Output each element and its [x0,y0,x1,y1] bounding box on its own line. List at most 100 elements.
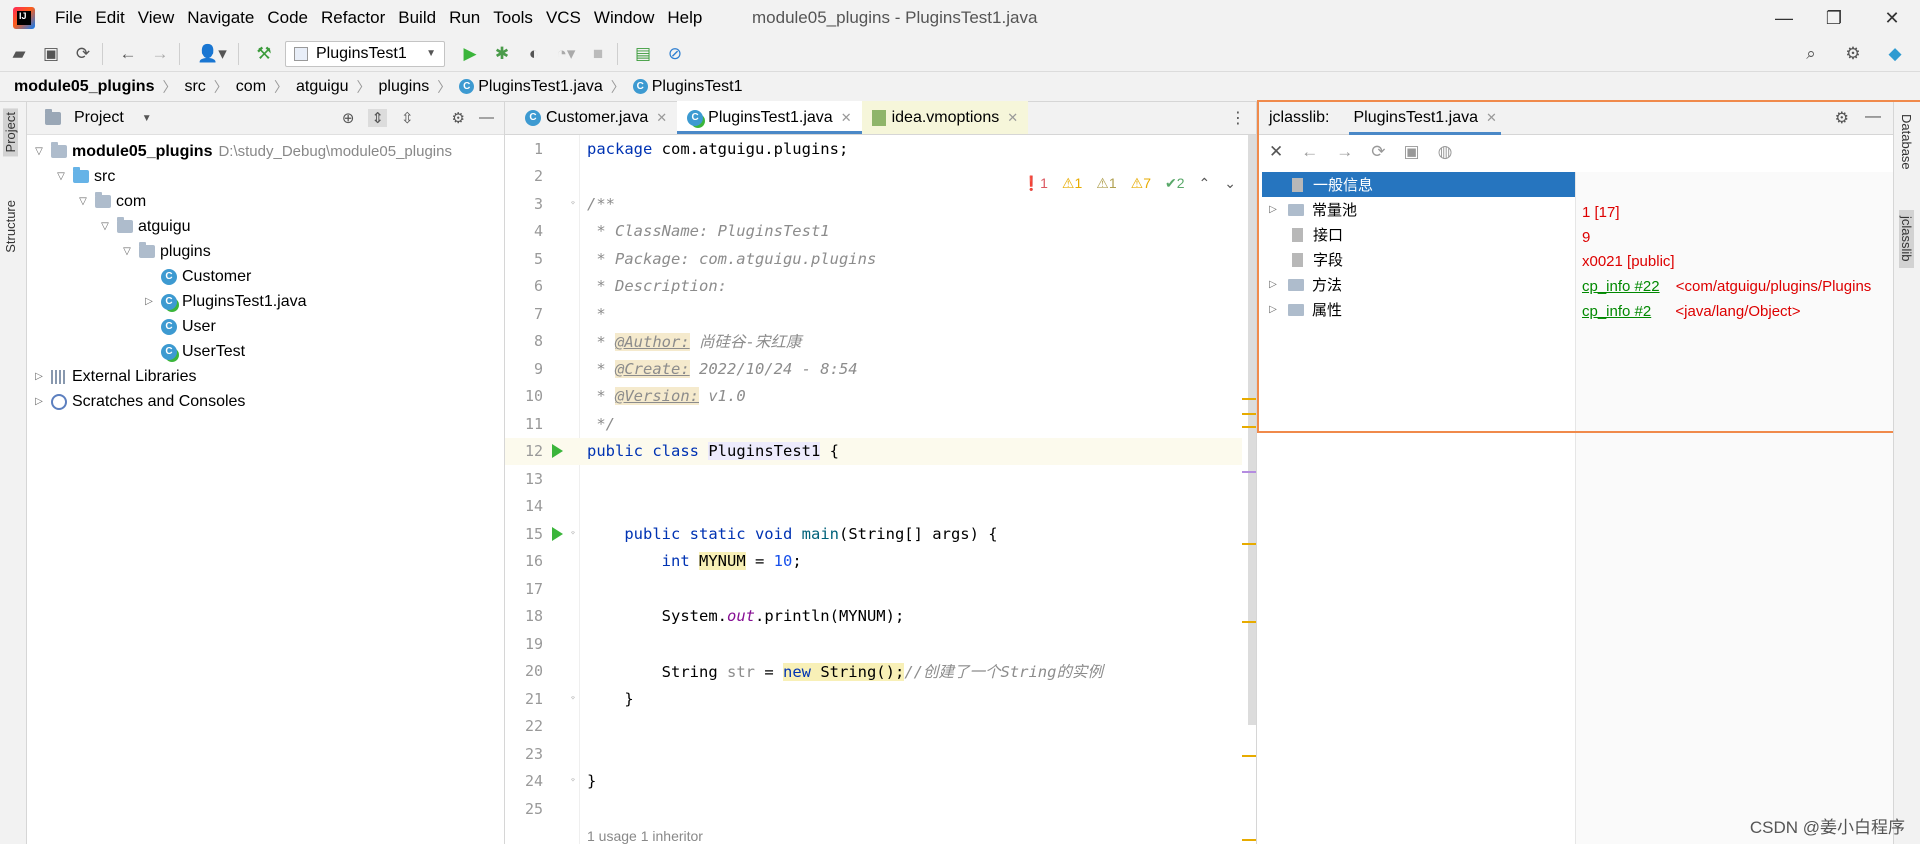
menu-navigate[interactable]: Navigate [187,8,254,28]
breadcrumb-class[interactable]: C PluginsTest1 [632,78,742,96]
user-icon[interactable]: 👤▾ [192,41,232,67]
tool-tab-jclasslib[interactable]: jclasslib [1899,210,1914,268]
search-icon[interactable]: ⌕ [1798,41,1824,67]
menu-help[interactable]: Help [667,8,702,28]
chevron-down-icon[interactable]: ▼ [142,113,152,124]
close-icon[interactable]: ✕ [1269,142,1283,162]
tree-item-customer[interactable]: C Customer [27,264,504,289]
usage-hint[interactable]: 1 usage 1 inheritor [587,828,703,844]
tab-jclasslib-file[interactable]: PluginsTest1.java ✕ [1349,102,1502,135]
coverage-icon[interactable]: ◐ [521,41,547,67]
close-tab-icon[interactable]: ✕ [1007,110,1018,126]
tab-idea-vmoptions[interactable]: idea.vmoptions ✕ [861,101,1029,134]
collapse-all-icon[interactable]: ⇳ [401,109,414,127]
debug-icon[interactable]: ✱ [489,41,515,67]
chevron-down-icon[interactable]: ▽ [53,171,69,182]
tree-item-constant-pool[interactable]: ▷ 常量池 [1262,197,1575,222]
tool-tab-project[interactable]: Project [3,108,18,157]
tree-item-com[interactable]: ▽ com [27,189,504,214]
tree-item-atguigu[interactable]: ▽ atguigu [27,214,504,239]
chevron-right-icon[interactable]: ▷ [1262,304,1284,315]
tree-item-methods[interactable]: ▷ 方法 [1262,272,1575,297]
stop-icon[interactable]: ■ [585,41,611,67]
code-area[interactable]: ❗1 ⚠1 ⚠1 ⚠7 ✔2 ⌃ ⌄ 1 package com.atguigu… [505,135,1256,844]
chevron-down-icon[interactable]: ▽ [75,196,91,207]
tree-item-scratches[interactable]: ▷ Scratches and Consoles [27,389,504,414]
hide-panel-icon[interactable]: — [1865,108,1881,128]
fold-icon[interactable]: ⌔ [567,199,579,209]
close-tab-icon[interactable]: ✕ [656,110,667,126]
restore-icon[interactable]: ❐ [1806,0,1862,36]
forward-icon[interactable]: → [147,41,173,67]
chevron-down-icon[interactable]: ▽ [119,246,135,257]
chevron-down-icon[interactable]: ▽ [31,146,47,157]
run-gutter-icon[interactable] [547,444,567,459]
tree-item-user[interactable]: C User [27,314,504,339]
tool-tab-database[interactable]: Database [1899,114,1914,170]
close-tab-icon[interactable]: ✕ [1486,110,1497,126]
save-all-icon[interactable]: ▣ [38,41,64,67]
menu-refactor[interactable]: Refactor [321,8,385,28]
back-icon[interactable]: ← [115,41,141,67]
back-icon[interactable]: ← [1301,142,1318,162]
breadcrumb-plugins[interactable]: plugins [379,78,430,96]
cp-info-link[interactable]: cp_info #22 [1582,278,1660,295]
tab-pluginstest1-java[interactable]: C PluginsTest1.java ✕ [677,101,863,134]
breadcrumb-src[interactable]: src [184,78,205,96]
menu-view[interactable]: View [138,8,175,28]
menu-window[interactable]: Window [594,8,654,28]
chevron-right-icon[interactable]: ▷ [1262,279,1284,290]
breadcrumb-atguigu[interactable]: atguigu [296,78,349,96]
fold-icon[interactable]: ⌔ [567,694,579,704]
panel-settings-icon[interactable]: ⚙ [452,109,465,127]
tree-item-attributes[interactable]: ▷ 属性 [1262,297,1575,322]
run-config-select[interactable]: PluginsTest1 ▼ [285,40,445,67]
menu-edit[interactable]: Edit [95,8,124,28]
cp-info-link[interactable]: cp_info #2 [1582,303,1651,320]
tree-item-external-libraries[interactable]: ▷ External Libraries [27,364,504,389]
sync-icon[interactable]: ⟳ [70,41,96,67]
chevron-right-icon[interactable]: ▷ [31,371,47,382]
open-folder-icon[interactable]: ▰ [6,41,32,67]
tree-item-usertest[interactable]: C UserTest [27,339,504,364]
breadcrumb-module[interactable]: module05_plugins [14,78,154,96]
tree-item-interfaces[interactable]: 接口 [1262,222,1575,247]
refresh-icon[interactable]: ⟳ [1371,142,1385,162]
tool-tab-structure[interactable]: Structure [3,200,18,253]
minimize-icon[interactable]: — [1756,0,1812,36]
chevron-right-icon[interactable]: ▷ [1262,204,1284,215]
chevron-right-icon[interactable]: ▷ [141,296,157,307]
browser-icon[interactable]: ◍ [1438,142,1453,162]
more-tabs-icon[interactable]: ⋮ [1230,101,1256,134]
breadcrumb-file[interactable]: C PluginsTest1.java [459,78,603,96]
tree-item-fields[interactable]: 字段 [1262,247,1575,272]
tab-customer-java[interactable]: C Customer.java ✕ [515,101,677,134]
profile-icon[interactable]: ◔▾ [553,41,579,67]
fold-icon[interactable]: ⌔ [567,529,579,539]
tree-item-general-info[interactable]: 一般信息 [1262,172,1575,197]
expand-all-icon[interactable]: ⇕ [368,109,387,127]
close-tab-icon[interactable]: ✕ [841,110,852,126]
build-hammer-icon[interactable]: ⚒ [251,41,277,67]
forward-icon[interactable]: → [1336,142,1353,162]
locate-icon[interactable]: ⊕ [342,109,355,127]
panel-settings-icon[interactable]: ⚙ [1835,108,1849,128]
menu-vcs[interactable]: VCS [546,8,581,28]
chevron-right-icon[interactable]: ▷ [31,396,47,407]
menu-code[interactable]: Code [267,8,308,28]
save-icon[interactable]: ▣ [1404,142,1420,162]
toolbox-icon[interactable]: ◆ [1882,41,1908,67]
profiler-icon[interactable]: ▤ [630,41,656,67]
menu-run[interactable]: Run [449,8,480,28]
run-icon[interactable]: ▶ [457,41,483,67]
tree-item-src[interactable]: ▽ src [27,164,504,189]
run-gutter-icon[interactable] [547,526,567,541]
hide-panel-icon[interactable]: — [479,109,494,127]
menu-build[interactable]: Build [398,8,436,28]
menu-file[interactable]: File [55,8,82,28]
menu-tools[interactable]: Tools [493,8,533,28]
fold-icon[interactable]: ⌔ [567,776,579,786]
close-window-icon[interactable]: ✕ [1864,0,1920,36]
tree-item-pluginstest1[interactable]: ▷ C PluginsTest1.java [27,289,504,314]
settings-gear-icon[interactable]: ⚙ [1840,41,1866,67]
